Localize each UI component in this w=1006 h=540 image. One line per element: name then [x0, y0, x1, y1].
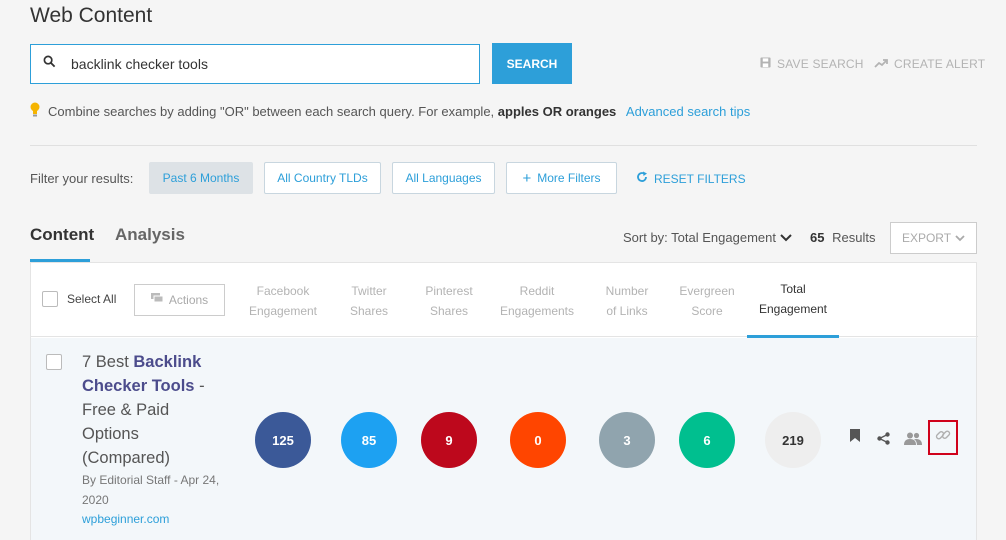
search-button[interactable]: SEARCH: [492, 43, 572, 84]
evergreen-score-value: 6: [679, 412, 735, 468]
results-table: Select All Actions Facebook Engagement Tw…: [30, 262, 978, 540]
results-number: 65: [810, 230, 825, 245]
filter-date[interactable]: Past 6 Months: [149, 162, 253, 194]
facebook-engagement-value[interactable]: 125: [255, 412, 311, 468]
select-all[interactable]: Select All: [42, 291, 116, 307]
table-header: Select All Actions Facebook Engagement Tw…: [31, 263, 978, 339]
twitter-shares-value[interactable]: 85: [341, 412, 397, 468]
advanced-search-tips-link[interactable]: Advanced search tips: [626, 104, 750, 119]
create-alert-label: CREATE ALERT: [894, 57, 986, 71]
divider: [30, 145, 977, 146]
filter-country[interactable]: All Country TLDs: [264, 162, 381, 194]
col-reddit[interactable]: Reddit Engagements: [492, 281, 582, 321]
refresh-icon: [636, 171, 648, 186]
export-button[interactable]: EXPORT: [890, 222, 977, 254]
actions-label: Actions: [168, 293, 209, 307]
search-input[interactable]: [71, 56, 451, 72]
lightbulb-icon: [30, 102, 40, 120]
sort-dropdown[interactable]: Sort by: Total Engagement: [623, 230, 792, 245]
article-domain-link[interactable]: wpbeginner.com: [82, 512, 169, 526]
more-filters-button[interactable]: + More Filters: [506, 162, 617, 194]
sort-label: Sort by: Total Engagement: [623, 230, 776, 245]
tab-analysis[interactable]: Analysis: [115, 225, 185, 245]
trend-icon: [874, 57, 888, 71]
select-all-checkbox[interactable]: [42, 291, 58, 307]
page-title: Web Content: [30, 4, 153, 27]
number-of-links-value[interactable]: 3: [599, 412, 655, 468]
col-evergreen[interactable]: Evergreen Score: [662, 281, 752, 321]
pinterest-shares-value[interactable]: 9: [421, 412, 477, 468]
chevron-down-icon: [780, 230, 792, 245]
col-facebook[interactable]: Facebook Engagement: [238, 281, 328, 321]
col-total[interactable]: Total Engagement: [748, 279, 838, 319]
col-links[interactable]: Number of Links: [582, 281, 672, 321]
col-twitter[interactable]: Twitter Shares: [324, 281, 414, 321]
more-filters-label: More Filters: [537, 171, 601, 185]
tip-text: Combine searches by adding "OR" between …: [48, 103, 495, 119]
comment-icon: [150, 293, 164, 307]
tab-content[interactable]: Content: [30, 225, 94, 245]
users-icon[interactable]: [903, 429, 923, 447]
search-icon: [31, 55, 67, 73]
actions-button[interactable]: Actions: [134, 284, 225, 316]
reset-filters-label: RESET FILTERS: [654, 171, 746, 186]
results-count: 65 Results: [810, 230, 875, 245]
filter-label: Filter your results:: [30, 171, 134, 186]
select-all-label: Select All: [67, 292, 117, 306]
plus-icon: +: [522, 169, 532, 187]
filter-language[interactable]: All Languages: [392, 162, 495, 194]
tip-example: apples OR oranges: [497, 103, 617, 119]
article-byline: By Editorial Staff - Apr 24, 2020: [82, 473, 220, 507]
save-search-label: SAVE SEARCH: [777, 57, 864, 71]
search-tip: Combine searches by adding "OR" between …: [30, 102, 750, 120]
share-icon[interactable]: [874, 429, 892, 447]
save-search-button[interactable]: SAVE SEARCH: [760, 57, 864, 71]
link-icon: [935, 427, 951, 448]
total-engagement-value: 219: [765, 412, 821, 468]
reddit-engagements-value[interactable]: 0: [510, 412, 566, 468]
article-title-link[interactable]: 7 Best Backlink Checker Tools - Free & P…: [82, 350, 212, 470]
copy-link-button[interactable]: [928, 420, 958, 455]
create-alert-button[interactable]: CREATE ALERT: [874, 57, 985, 71]
results-label: Results: [832, 230, 876, 245]
bookmark-icon[interactable]: [846, 426, 864, 444]
search-box[interactable]: [30, 44, 480, 84]
col-pinterest[interactable]: Pinterest Shares: [404, 281, 494, 321]
floppy-icon: [760, 57, 771, 71]
export-label: EXPORT: [901, 231, 952, 245]
row-checkbox[interactable]: [46, 354, 62, 370]
table-row: 7 Best Backlink Checker Tools - Free & P…: [31, 338, 976, 540]
chevron-down-icon: [955, 231, 965, 245]
reset-filters-button[interactable]: RESET FILTERS: [636, 171, 746, 186]
